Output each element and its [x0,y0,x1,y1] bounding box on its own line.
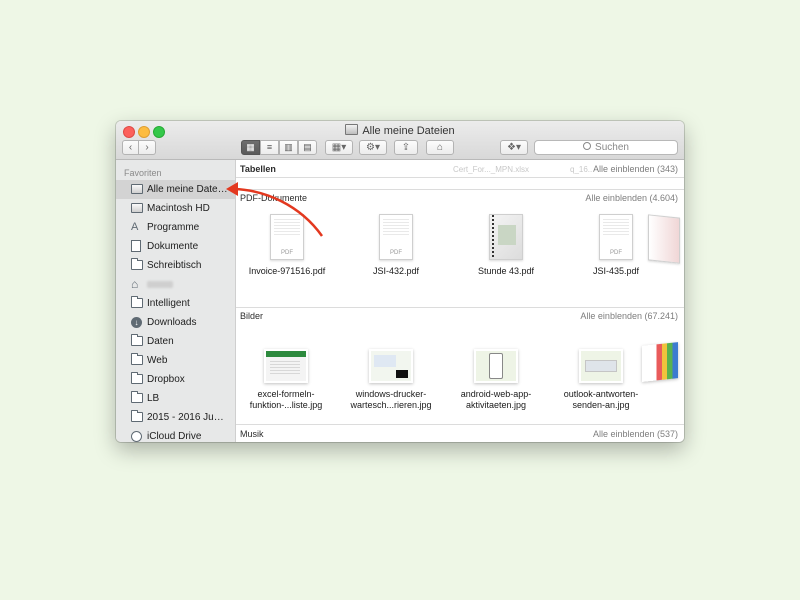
section-bilder-header: Bilder Alle einblenden (67.241) [240,309,678,323]
dropbox-button[interactable]: ❖▾ [500,140,528,155]
pdf-thumbnail-peek [648,214,680,264]
arrange-icon: ▦▾ [331,142,347,153]
show-all-musik-link[interactable]: Alle einblenden (537) [593,427,678,441]
image-thumbnail [264,349,308,383]
icon-view-icon[interactable]: ▦ [241,140,260,155]
applications-icon: A [131,221,139,233]
file-item[interactable]: windows-drucker-wartesch...rieren.jpg [341,349,441,411]
coverflow-view-icon[interactable]: ▤ [298,140,317,155]
tags-button[interactable]: ⌂ [426,140,454,155]
file-item[interactable]: PDF JSI-432.pdf [346,214,446,277]
arrange-button[interactable]: ▦▾ [325,140,353,155]
blurred-username [147,281,173,288]
sidebar-item-web[interactable]: Web [116,351,235,370]
pdf-thumbnail: PDF [599,214,633,260]
content-area: Tabellen Alle einblenden (343) Cert_For.… [236,160,684,442]
file-item[interactable]: excel-formeln-funktion-...liste.jpg [236,349,336,411]
sidebar-item-daten[interactable]: Daten [116,332,235,351]
sidebar-item-all-files[interactable]: Alle meine Date… [116,180,235,199]
folder-icon [131,391,143,403]
file-item[interactable]: PDF Invoice-971516.pdf [237,214,337,277]
toolbar: Alle meine Dateien ‹ › ▦ ≡ ▥ ▤ ▦▾ ⚙▾ ⇪ ⌂… [116,121,684,160]
search-input[interactable]: Suchen [534,140,678,155]
image-thumbnail-peek [642,342,678,382]
downloads-icon: ↓ [131,317,143,328]
sidebar-item-home[interactable]: ⌂ [116,275,235,294]
back-button[interactable]: ‹ [122,140,139,155]
documents-icon [131,240,143,252]
all-files-icon [131,184,143,194]
forward-button[interactable]: › [139,140,156,155]
show-all-tabellen-link[interactable]: Alle einblenden (343) [593,162,678,176]
folder-icon [131,258,143,270]
sidebar-item-dropbox[interactable]: Dropbox [116,370,235,389]
sidebar-item-icloud-drive[interactable]: iCloud Drive [116,427,235,442]
tag-icon: ⌂ [436,142,444,153]
action-button[interactable]: ⚙▾ [359,140,387,155]
section-musik-header: Musik Alle einblenden (537) [240,427,678,441]
show-all-bilder-link[interactable]: Alle einblenden (67.241) [580,309,678,323]
sidebar-item-macintosh-hd[interactable]: Macintosh HD [116,199,235,218]
drive-icon [131,203,143,213]
folder-icon [131,372,143,384]
all-files-icon [345,124,359,135]
dropbox-icon: ❖▾ [507,142,521,153]
home-icon: ⌂ [131,277,139,291]
section-pdf-header: PDF-Dokumente Alle einblenden (4.604) [240,191,678,205]
pdf-thumbnail: PDF [379,214,413,260]
sidebar-item-dokumente[interactable]: Dokumente [116,237,235,256]
share-button[interactable]: ⇪ [394,140,418,155]
window-title: Alle meine Dateien [116,124,684,137]
sidebar-item-intelligent[interactable]: Intelligent [116,294,235,313]
list-view-icon[interactable]: ≡ [260,140,279,155]
pdf-thumbnail [489,214,523,260]
sidebar-header: Favoriten [124,168,162,178]
share-icon: ⇪ [401,142,411,153]
gear-icon: ⚙▾ [366,142,380,153]
sidebar-item-downloads[interactable]: ↓ Downloads [116,313,235,332]
image-thumbnail [474,349,518,383]
folder-icon [131,334,143,346]
file-item[interactable]: android-web-app-aktivitaeten.jpg [446,349,546,411]
search-icon [583,142,592,150]
sidebar-item-2015-2016[interactable]: 2015 - 2016 Ju… [116,408,235,427]
finder-window: Alle meine Dateien ‹ › ▦ ≡ ▥ ▤ ▦▾ ⚙▾ ⇪ ⌂… [116,121,684,442]
pdf-thumbnail: PDF [270,214,304,260]
sidebar-item-programme[interactable]: A Programme [116,218,235,237]
icloud-icon [131,431,143,442]
sidebar-item-lb[interactable]: LB [116,389,235,408]
folder-icon [131,353,143,365]
file-item[interactable]: outlook-antworten-senden-an.jpg [551,349,651,411]
sidebar: Favoriten Alle meine Date… Macintosh HD … [116,160,236,442]
folder-icon [131,296,143,308]
image-thumbnail [369,349,413,383]
file-item[interactable]: Stunde 43.pdf [456,214,556,277]
image-thumbnail [579,349,623,383]
sidebar-item-schreibtisch[interactable]: Schreibtisch [116,256,235,275]
folder-icon [131,410,143,422]
column-view-icon[interactable]: ▥ [279,140,298,155]
show-all-pdf-link[interactable]: Alle einblenden (4.604) [585,191,678,205]
